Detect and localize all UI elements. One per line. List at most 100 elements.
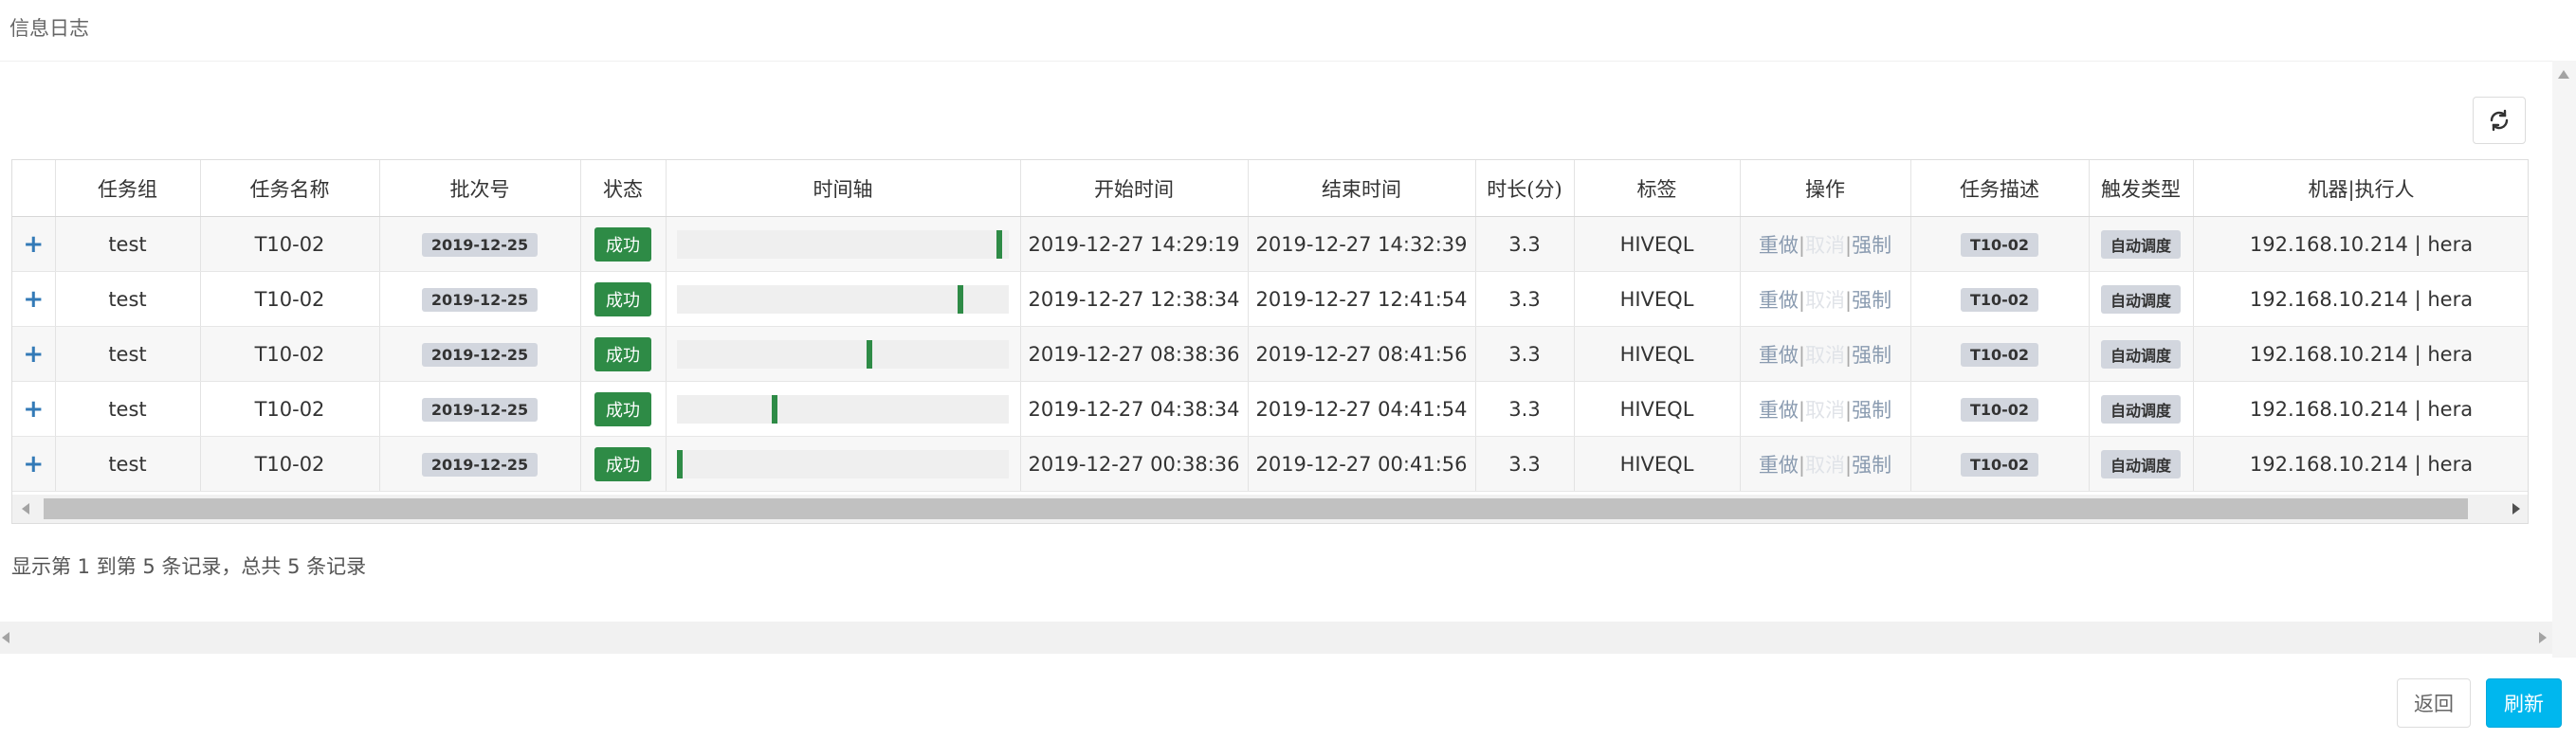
cell-end-time: 2019-12-27 08:41:56	[1248, 326, 1476, 382]
cell-operations: 重做|取消|强制	[1740, 216, 1911, 272]
redo-link[interactable]: 重做	[1759, 234, 1799, 257]
cell-duration: 3.3	[1475, 216, 1575, 272]
redo-link[interactable]: 重做	[1759, 454, 1799, 477]
cell-tag: HIVEQL	[1574, 326, 1741, 382]
task-log-table: 任务组 任务名称 批次号 状态 时间轴 开始时间 结束时间 时长(分) 标签 操…	[11, 159, 2529, 524]
cell-start-time: 2019-12-27 08:38:36	[1020, 326, 1249, 382]
cell-tag: HIVEQL	[1574, 381, 1741, 437]
refresh-icon	[2490, 109, 2509, 132]
scroll-right-icon[interactable]	[2512, 503, 2520, 514]
force-link[interactable]: 强制	[1852, 344, 1891, 367]
cell-tag: HIVEQL	[1574, 216, 1741, 272]
cell-machine: 192.168.10.214 | hera	[2193, 216, 2528, 272]
expand-row-icon[interactable]: +	[23, 340, 44, 369]
cell-tag: HIVEQL	[1574, 271, 1741, 327]
header-end-time[interactable]: 结束时间	[1248, 160, 1476, 217]
vertical-scrollbar[interactable]	[2552, 61, 2576, 658]
expand-row-icon[interactable]: +	[23, 395, 44, 424]
cell-start-time: 2019-12-27 04:38:34	[1020, 381, 1249, 437]
header-task-desc[interactable]: 任务描述	[1910, 160, 2090, 217]
cell-end-time: 2019-12-27 04:41:54	[1248, 381, 1476, 437]
redo-link[interactable]: 重做	[1759, 399, 1799, 422]
scroll-left-icon[interactable]	[2, 632, 9, 643]
cell-start-time: 2019-12-27 14:29:19	[1020, 216, 1249, 272]
cell-machine: 192.168.10.214 | hera	[2193, 381, 2528, 437]
cell-group: test	[55, 216, 201, 272]
cancel-link[interactable]: 取消	[1805, 454, 1845, 477]
timeline-marker	[772, 394, 777, 424]
batch-badge: 2019-12-25	[421, 397, 539, 422]
cell-name: T10-02	[200, 216, 380, 272]
page-horizontal-scrollbar[interactable]	[0, 622, 2552, 654]
cell-tag: HIVEQL	[1574, 436, 1741, 492]
trigger-badge: 自动调度	[2100, 229, 2181, 259]
batch-badge: 2019-12-25	[421, 452, 539, 477]
header-task-name[interactable]: 任务名称	[200, 160, 380, 217]
cancel-link[interactable]: 取消	[1805, 234, 1845, 257]
refresh-button[interactable]: 刷新	[2486, 678, 2562, 728]
cell-operations: 重做|取消|强制	[1740, 381, 1911, 437]
back-button[interactable]: 返回	[2397, 678, 2471, 728]
cell-operations: 重做|取消|强制	[1740, 271, 1911, 327]
status-badge: 成功	[594, 281, 651, 316]
cell-name: T10-02	[200, 271, 380, 327]
pagination-info: 显示第 1 到第 5 条记录，总共 5 条记录	[11, 555, 367, 578]
cell-machine: 192.168.10.214 | hera	[2193, 271, 2528, 327]
header-tag[interactable]: 标签	[1574, 160, 1741, 217]
header-machine[interactable]: 机器|执行人	[2193, 160, 2528, 217]
force-link[interactable]: 强制	[1852, 234, 1891, 257]
cell-end-time: 2019-12-27 14:32:39	[1248, 216, 1476, 272]
table-row: + test T10-02 2019-12-25 成功 2019-12-27 0…	[12, 436, 2528, 492]
cell-name: T10-02	[200, 326, 380, 382]
trigger-badge: 自动调度	[2100, 394, 2181, 424]
expand-row-icon[interactable]: +	[23, 285, 44, 314]
cell-duration: 3.3	[1475, 381, 1575, 437]
cell-duration: 3.3	[1475, 271, 1575, 327]
scroll-up-icon[interactable]	[2558, 70, 2569, 79]
cell-operations: 重做|取消|强制	[1740, 436, 1911, 492]
batch-badge: 2019-12-25	[421, 342, 539, 367]
scroll-left-icon[interactable]	[22, 503, 29, 514]
table-row: + test T10-02 2019-12-25 成功 2019-12-27 1…	[12, 216, 2528, 272]
scroll-right-icon[interactable]	[2539, 632, 2547, 643]
header-start-time[interactable]: 开始时间	[1020, 160, 1249, 217]
cell-name: T10-02	[200, 381, 380, 437]
redo-link[interactable]: 重做	[1759, 289, 1799, 312]
header-timeline[interactable]: 时间轴	[666, 160, 1021, 217]
status-badge: 成功	[594, 336, 651, 371]
header-duration[interactable]: 时长(分)	[1475, 160, 1575, 217]
table-refresh-button[interactable]	[2473, 97, 2526, 144]
expand-row-icon[interactable]: +	[23, 230, 44, 259]
cancel-link[interactable]: 取消	[1805, 289, 1845, 312]
header-expand	[12, 160, 56, 217]
cell-group: test	[55, 381, 201, 437]
status-badge: 成功	[594, 226, 651, 262]
desc-badge: T10-02	[1960, 232, 2039, 257]
cell-machine: 192.168.10.214 | hera	[2193, 436, 2528, 492]
redo-link[interactable]: 重做	[1759, 344, 1799, 367]
cancel-link[interactable]: 取消	[1805, 399, 1845, 422]
force-link[interactable]: 强制	[1852, 289, 1891, 312]
force-link[interactable]: 强制	[1852, 454, 1891, 477]
header-status[interactable]: 状态	[580, 160, 667, 217]
scrollbar-thumb[interactable]	[44, 498, 2468, 519]
desc-badge: T10-02	[1960, 452, 2039, 477]
cell-group: test	[55, 436, 201, 492]
header-batch[interactable]: 批次号	[379, 160, 581, 217]
header-task-group[interactable]: 任务组	[55, 160, 201, 217]
table-row: + test T10-02 2019-12-25 成功 2019-12-27 0…	[12, 326, 2528, 382]
header-trigger-type[interactable]: 触发类型	[2089, 160, 2194, 217]
cell-duration: 3.3	[1475, 326, 1575, 382]
table-row: + test T10-02 2019-12-25 成功 2019-12-27 0…	[12, 381, 2528, 437]
timeline-marker	[867, 339, 872, 369]
table-horizontal-scrollbar[interactable]	[12, 495, 2528, 523]
timeline-marker	[996, 229, 1002, 259]
cell-start-time: 2019-12-27 12:38:34	[1020, 271, 1249, 327]
cell-name: T10-02	[200, 436, 380, 492]
table-row: + test T10-02 2019-12-25 成功 2019-12-27 1…	[12, 271, 2528, 327]
force-link[interactable]: 强制	[1852, 399, 1891, 422]
cancel-link[interactable]: 取消	[1805, 344, 1845, 367]
expand-row-icon[interactable]: +	[23, 450, 44, 478]
trigger-badge: 自动调度	[2100, 339, 2181, 369]
timeline-marker	[677, 449, 683, 478]
